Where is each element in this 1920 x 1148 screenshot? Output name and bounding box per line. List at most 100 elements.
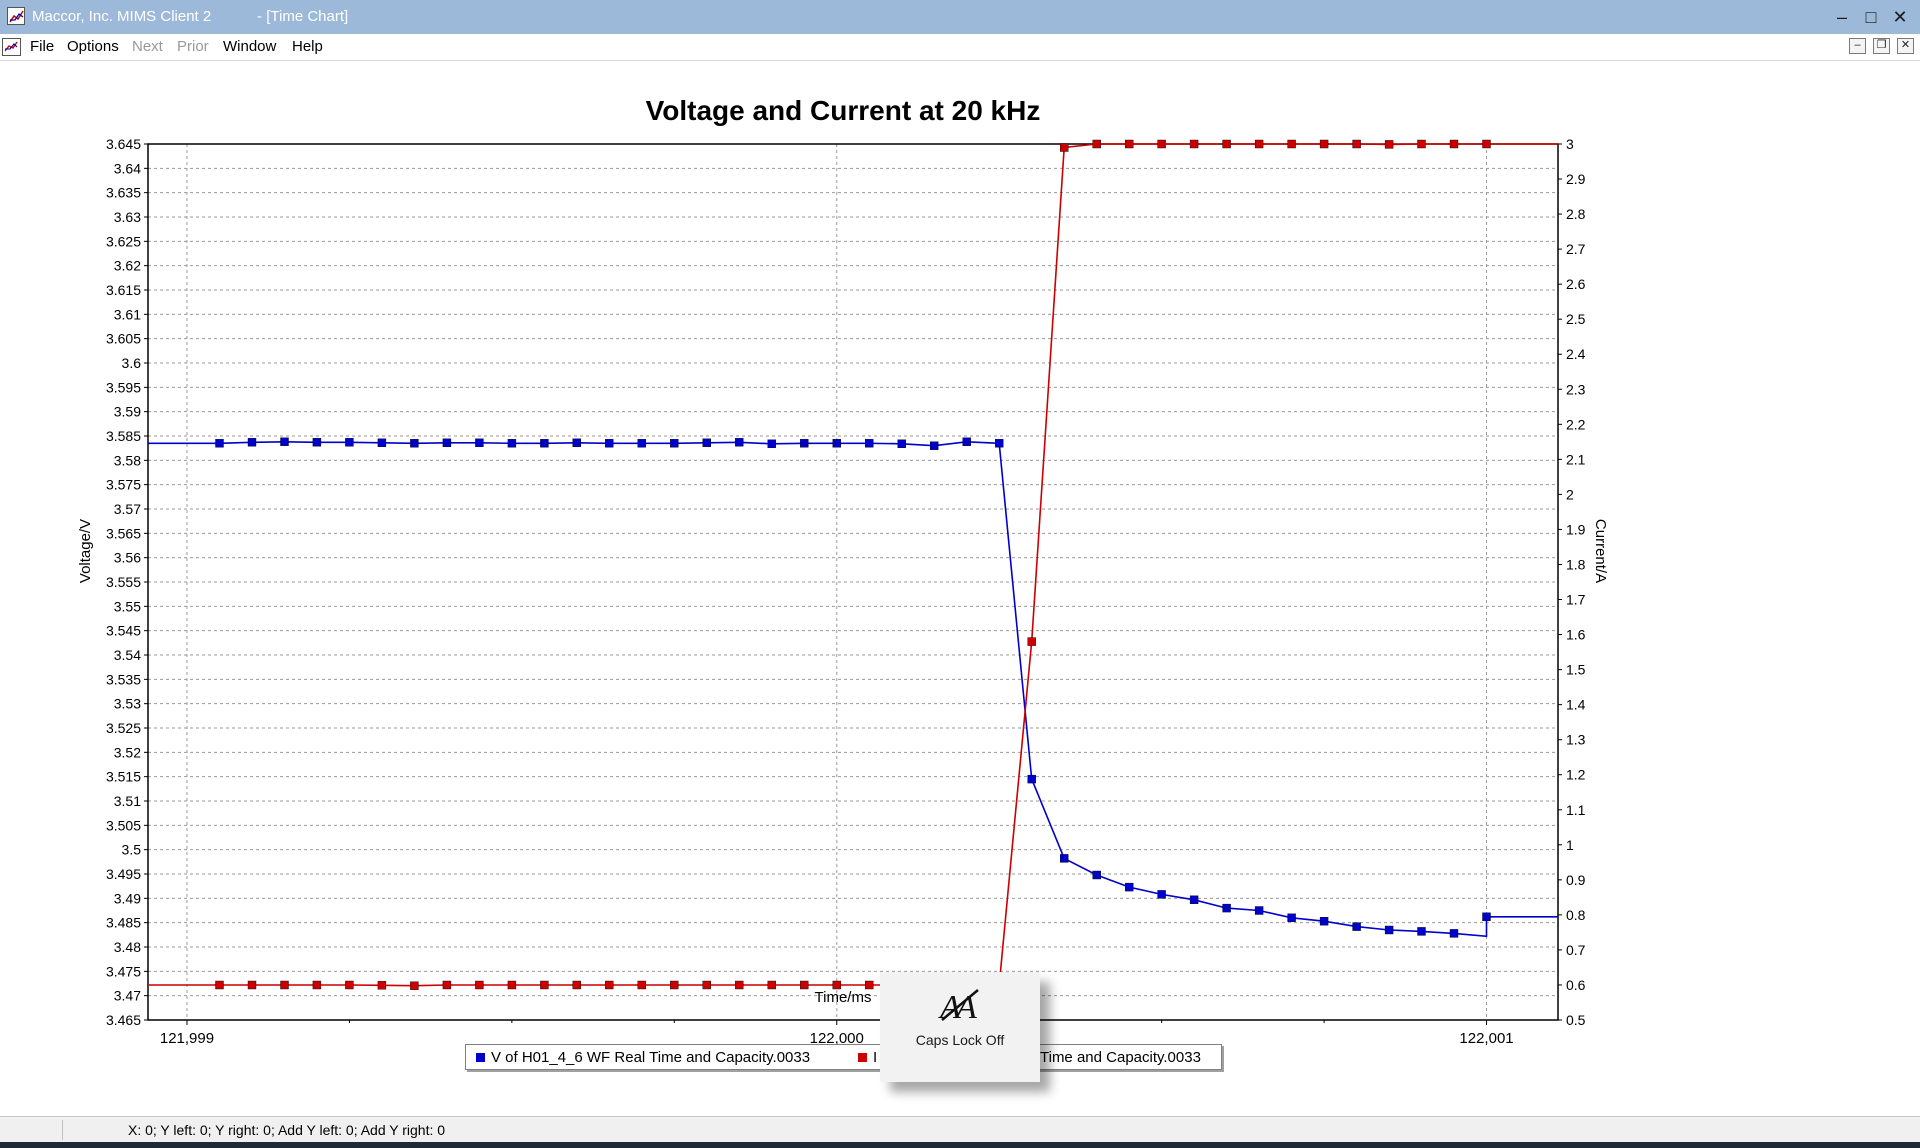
y-left-tick-label: 3.605 [106, 331, 141, 347]
y-left-tick-label: 3.48 [114, 939, 141, 955]
x-axis-label: Time/ms [815, 989, 872, 1006]
menu-next[interactable]: Next [132, 38, 163, 55]
y-left-tick-label: 3.555 [106, 574, 141, 590]
y-left-tick-label: 3.6 [122, 355, 142, 371]
title-bar: Maccor, Inc. MIMS Client 2 - [Time Chart… [0, 0, 1920, 34]
current-data-point [865, 980, 874, 990]
current-data-point [800, 980, 809, 990]
y-right-tick-label: 2.2 [1566, 416, 1586, 432]
y-right-tick-label: 0.9 [1566, 872, 1586, 888]
y-right-tick-label: 1.8 [1566, 556, 1586, 572]
menu-bar: File Options Next Prior Window Help [0, 34, 1920, 61]
y-right-tick-label: 2 [1566, 486, 1574, 502]
y-right-tick-label: 0.5 [1566, 1012, 1586, 1028]
current-data-point [1319, 139, 1329, 149]
y-left-tick-label: 3.575 [106, 477, 141, 493]
voltage-data-point [572, 438, 581, 447]
chart-title: Voltage and Current at 20 kHz [646, 95, 1041, 126]
y-left-tick-label: 3.515 [106, 769, 141, 785]
y-right-tick-label: 2.5 [1566, 311, 1586, 327]
y-left-tick-label: 3.52 [114, 744, 141, 760]
y-left-tick-label: 3.465 [106, 1012, 141, 1028]
y-left-tick-label: 3.57 [114, 501, 141, 517]
current-data-point [475, 980, 484, 990]
mdi-restore-button[interactable]: ❐ [1873, 38, 1890, 54]
y-left-tick-label: 3.55 [114, 598, 141, 614]
current-data-point [442, 980, 452, 990]
legend-entry-current[interactable]: I [858, 1049, 877, 1066]
menu-prior[interactable]: Prior [177, 38, 209, 55]
voltage-data-point [247, 438, 257, 447]
current-data-point [1287, 139, 1296, 149]
voltage-data-point [995, 439, 1004, 448]
grid [148, 143, 1558, 1021]
voltage-data-point [475, 438, 484, 447]
y-right-tick-label: 2.7 [1566, 241, 1586, 257]
voltage-data-point [1449, 929, 1459, 938]
x-tick-label: 122,001 [1459, 1030, 1513, 1047]
legend-entry-voltage[interactable]: V of H01_4_6 WF Real Time and Capacity.0… [476, 1049, 810, 1066]
maximize-button[interactable]: □ [1858, 4, 1884, 30]
voltage-data-point [865, 439, 874, 448]
chart-legend: V of H01_4_6 WF Real Time and Capacity.0… [465, 1044, 1222, 1070]
current-data-point [345, 980, 354, 990]
current-data-point [735, 980, 744, 990]
y-left-tick-label: 3.485 [106, 915, 141, 931]
y-left-tick-label: 3.63 [114, 209, 141, 225]
y-left-tick-label: 3.58 [114, 452, 141, 468]
current-data-point [832, 980, 841, 990]
voltage-data-point [1222, 903, 1231, 913]
current-data-point [540, 980, 549, 990]
voltage-data-point [377, 438, 387, 447]
current-data-point [507, 980, 517, 990]
mdi-minimize-button[interactable]: – [1849, 38, 1866, 54]
current-data-point [312, 980, 322, 990]
y-left-axis-label: Voltage/V [77, 519, 94, 583]
y-left-tick-label: 3.625 [106, 233, 141, 249]
menu-file[interactable]: File [30, 38, 54, 55]
y-right-tick-label: 2.1 [1566, 451, 1586, 467]
menu-help[interactable]: Help [292, 38, 323, 55]
legend-label-current-tail: Time and Capacity.0033 [1040, 1049, 1201, 1066]
y-right-tick-label: 1.5 [1566, 662, 1586, 678]
current-data-point [215, 980, 224, 990]
voltage-data-point [767, 439, 776, 448]
y-left-tick-label: 3.51 [114, 793, 141, 809]
y-left-tick-label: 3.505 [106, 817, 141, 833]
voltage-data-point [962, 437, 971, 446]
y-left-tick-label: 3.64 [114, 160, 141, 176]
legend-marker-voltage [476, 1052, 485, 1062]
document-icon[interactable] [2, 38, 21, 56]
voltage-data-point [1157, 890, 1166, 899]
y-left-tick-label: 3.62 [114, 258, 141, 274]
y-right-tick-label: 1.7 [1566, 592, 1586, 608]
minimize-button[interactable]: – [1829, 4, 1855, 30]
mdi-close-button[interactable]: ✕ [1897, 38, 1914, 54]
y-right-tick-label: 2.9 [1566, 171, 1586, 187]
voltage-data-point [540, 439, 549, 448]
voltage-current-chart[interactable]: Voltage and Current at 20 kHz 3.465 3.47 3… [0, 60, 1920, 1116]
menu-window[interactable]: Window [223, 38, 276, 55]
y-left-tick-label: 3.54 [114, 647, 141, 663]
y-left-tick-label: 3.645 [106, 136, 141, 152]
current-data-point [767, 980, 776, 990]
current-data-point [670, 980, 679, 990]
legend-marker-current [858, 1052, 867, 1062]
current-data-point [247, 980, 257, 990]
y-left-tick-label: 3.545 [106, 623, 141, 639]
window-title: Maccor, Inc. MIMS Client 2 - [Time Chart… [32, 8, 349, 25]
close-button[interactable]: ✕ [1887, 4, 1913, 30]
voltage-data-point [1352, 922, 1361, 931]
voltage-data-point [1059, 854, 1069, 863]
current-data-point [637, 980, 646, 990]
current-data-point [1352, 139, 1361, 149]
y-left-tick-label: 3.49 [114, 890, 141, 906]
voltage-data-point [1027, 774, 1036, 784]
voltage-data-point [1254, 906, 1264, 915]
y-left-tick-label: 3.56 [114, 550, 141, 566]
status-bar: X: 0; Y left: 0; Y right: 0; Add Y left:… [0, 1116, 1920, 1143]
app-icon[interactable] [7, 7, 25, 25]
current-data-point [1222, 139, 1231, 149]
y-right-tick-label: 0.7 [1566, 942, 1586, 958]
menu-options[interactable]: Options [67, 38, 119, 55]
